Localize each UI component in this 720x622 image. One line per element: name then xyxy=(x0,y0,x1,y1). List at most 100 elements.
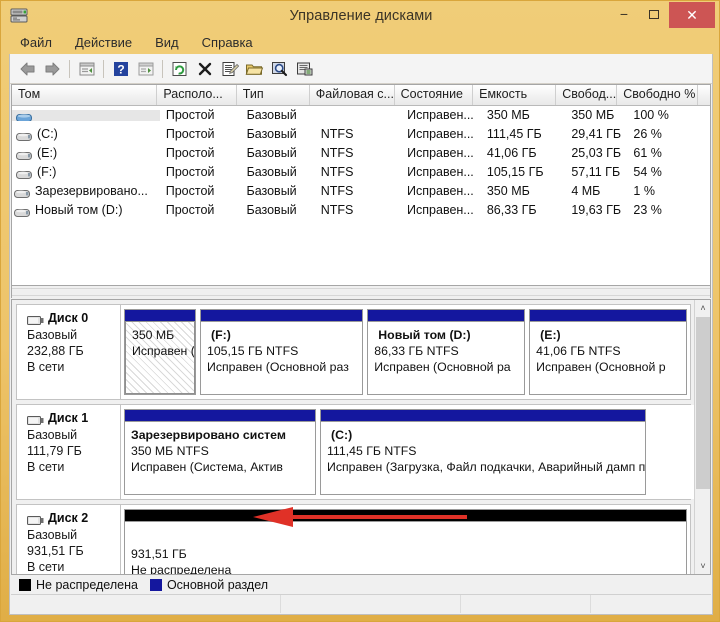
legend-primary-partition: Основной раздел xyxy=(149,577,269,592)
disk-icon xyxy=(27,313,44,325)
table-row[interactable]: (E:) Простой Базовый NTFS Исправен... 41… xyxy=(12,144,710,163)
cell-status: Исправен... xyxy=(407,165,474,179)
toolbar: ? xyxy=(10,54,712,84)
cell-free: 350 МБ xyxy=(571,108,615,122)
cell-volume: Новый том (D:) xyxy=(12,201,160,220)
partition-size: 86,33 ГБ NTFS xyxy=(374,344,459,358)
disk-name: Диск 2 xyxy=(48,511,89,525)
partition-body: (C:) 111,45 ГБ NTFS Исправен (Загрузка, … xyxy=(321,421,646,494)
delete-icon[interactable] xyxy=(192,57,217,81)
volume-icon xyxy=(14,186,30,198)
volume-list-hscrollbar[interactable] xyxy=(11,286,711,298)
partition-status: Исправен (Загрузка, Файл подкачки, Авари… xyxy=(327,460,646,474)
table-row[interactable]: Зарезервировано... Простой Базовый NTFS … xyxy=(12,182,710,201)
table-row[interactable]: (C:) Простой Базовый NTFS Исправен... 11… xyxy=(12,125,710,144)
status-segment-2 xyxy=(281,595,461,613)
cell-free-pct: 1 % xyxy=(633,184,655,198)
volume-icon xyxy=(16,148,32,160)
explore-icon[interactable] xyxy=(267,57,292,81)
open-folder-icon[interactable] xyxy=(242,57,267,81)
legend-label-primary: Основной раздел xyxy=(166,577,269,592)
partition-f-d0[interactable]: (F:) 105,15 ГБ NTFS Исправен (Основной р… xyxy=(200,309,364,395)
disk-name: Диск 0 xyxy=(48,311,89,325)
disk-row-2[interactable]: Диск 2 Базовый 931,51 ГБ В сети 931,51 Г… xyxy=(16,504,691,574)
partition-size: 111,45 ГБ NTFS xyxy=(327,444,417,458)
close-button[interactable]: ✕ xyxy=(669,2,715,28)
properties-icon[interactable] xyxy=(217,57,242,81)
partition-unallocated-d2[interactable]: 931,51 ГБ Не распределена xyxy=(124,509,687,574)
disk-row-0[interactable]: Диск 0 Базовый 232,88 ГБ В сети 350 МБ И… xyxy=(16,304,691,400)
partition-d-d0[interactable]: Новый том (D:) 86,33 ГБ NTFS Исправен (О… xyxy=(367,309,526,395)
hscrollbar-track[interactable] xyxy=(12,288,710,296)
legend-swatch-primary xyxy=(149,578,162,591)
disk-size: 111,79 ГБ xyxy=(27,444,82,458)
cell-filesystem: NTFS xyxy=(320,127,354,141)
table-row[interactable]: (F:) Простой Базовый NTFS Исправен... 10… xyxy=(12,163,710,182)
disk-title-line: Диск 1 xyxy=(27,411,120,425)
rescan-disks-icon[interactable] xyxy=(292,57,317,81)
partition-title: (E:) xyxy=(540,328,561,342)
table-row[interactable]: Новый том (D:) Простой Базовый NTFS Испр… xyxy=(12,201,710,220)
cell-type: Базовый xyxy=(246,184,297,198)
column-header-free-pct[interactable]: Свободно % xyxy=(617,85,699,105)
partition-body: Зарезервировано систем 350 МБ NTFS Испра… xyxy=(125,421,315,494)
partition-e-d0[interactable]: (E:) 41,06 ГБ NTFS Исправен (Основной р xyxy=(529,309,688,395)
disk-type: Базовый xyxy=(27,328,78,342)
help-icon[interactable]: ? xyxy=(108,57,133,81)
vscrollbar-thumb[interactable] xyxy=(696,317,710,489)
legend-unallocated: Не распределена xyxy=(19,578,138,592)
disk-pane-viewport: Диск 0 Базовый 232,88 ГБ В сети 350 МБ И… xyxy=(12,300,695,574)
back-arrow-icon[interactable] xyxy=(15,57,40,81)
partition-status: Исправен (Основной р xyxy=(536,360,666,374)
toolbar-separator xyxy=(69,59,70,78)
show-hide-tree-icon[interactable] xyxy=(133,57,158,81)
column-header-capacity[interactable]: Емкость xyxy=(473,85,557,105)
volume-list: Том Располо... Тип Файловая с... Состоян… xyxy=(11,84,711,286)
disk-row-1[interactable]: Диск 1 Базовый 111,79 ГБ В сети Зарезерв… xyxy=(16,404,695,500)
disk-pane-vscrollbar[interactable]: ˄ ˅ xyxy=(694,300,710,574)
cell-volume: (F:) xyxy=(12,163,160,182)
table-row[interactable]: Простой Базовый Исправен... 350 МБ 350 М… xyxy=(12,106,710,125)
column-header-layout[interactable]: Располо... xyxy=(157,85,237,105)
partition-color-bar xyxy=(368,310,525,321)
partition-color-bar xyxy=(201,310,363,321)
partition-system-reserved-d1[interactable]: Зарезервировано систем 350 МБ NTFS Испра… xyxy=(124,409,316,495)
cell-filesystem: NTFS xyxy=(320,203,354,217)
partition-status: Исправен (Основной ра xyxy=(374,360,511,374)
partition-reserved-d0[interactable]: 350 МБ Исправен ( xyxy=(124,309,196,395)
column-header-volume[interactable]: Том xyxy=(12,85,158,105)
cell-filesystem: NTFS xyxy=(320,165,354,179)
cell-capacity: 41,06 ГБ xyxy=(486,146,537,160)
disk-info-2: Диск 2 Базовый 931,51 ГБ В сети xyxy=(17,505,121,574)
menu-help[interactable]: Справка xyxy=(200,34,255,51)
refresh-icon[interactable] xyxy=(167,57,192,81)
toolbar-separator xyxy=(103,59,104,78)
cell-free-pct: 61 % xyxy=(633,146,662,160)
scroll-down-button[interactable]: ˅ xyxy=(695,558,710,574)
maximize-button[interactable] xyxy=(639,2,669,26)
volume-icon xyxy=(16,129,32,141)
volume-icon xyxy=(16,167,32,179)
disk-partitions-1: Зарезервировано систем 350 МБ NTFS Испра… xyxy=(121,405,695,499)
up-level-icon[interactable] xyxy=(74,57,99,81)
cell-status: Исправен... xyxy=(407,184,474,198)
volume-list-rows: Простой Базовый Исправен... 350 МБ 350 М… xyxy=(12,106,710,220)
volume-icon xyxy=(14,205,30,217)
scroll-up-button[interactable]: ˄ xyxy=(695,300,710,316)
forward-arrow-icon[interactable] xyxy=(40,57,65,81)
menu-file[interactable]: Файл xyxy=(18,34,54,51)
menu-view[interactable]: Вид xyxy=(153,34,181,51)
cell-free: 57,11 ГБ xyxy=(571,165,621,179)
minimize-button[interactable]: − xyxy=(609,2,639,33)
column-header-filesystem[interactable]: Файловая с... xyxy=(310,85,395,105)
column-header-free[interactable]: Свобод... xyxy=(556,85,618,105)
partition-body: 350 МБ Исправен ( xyxy=(125,321,195,394)
menu-action[interactable]: Действие xyxy=(73,34,134,51)
disk-icon xyxy=(27,413,44,425)
column-header-status[interactable]: Состояние xyxy=(395,85,474,105)
partition-c-d1[interactable]: (C:) 111,45 ГБ NTFS Исправен (Загрузка, … xyxy=(320,409,647,495)
title-bar: Управление дисками − ✕ xyxy=(1,1,720,31)
partition-body: (E:) 41,06 ГБ NTFS Исправен (Основной р xyxy=(530,321,687,394)
cell-status: Исправен... xyxy=(407,127,474,141)
column-header-type[interactable]: Тип xyxy=(237,85,310,105)
